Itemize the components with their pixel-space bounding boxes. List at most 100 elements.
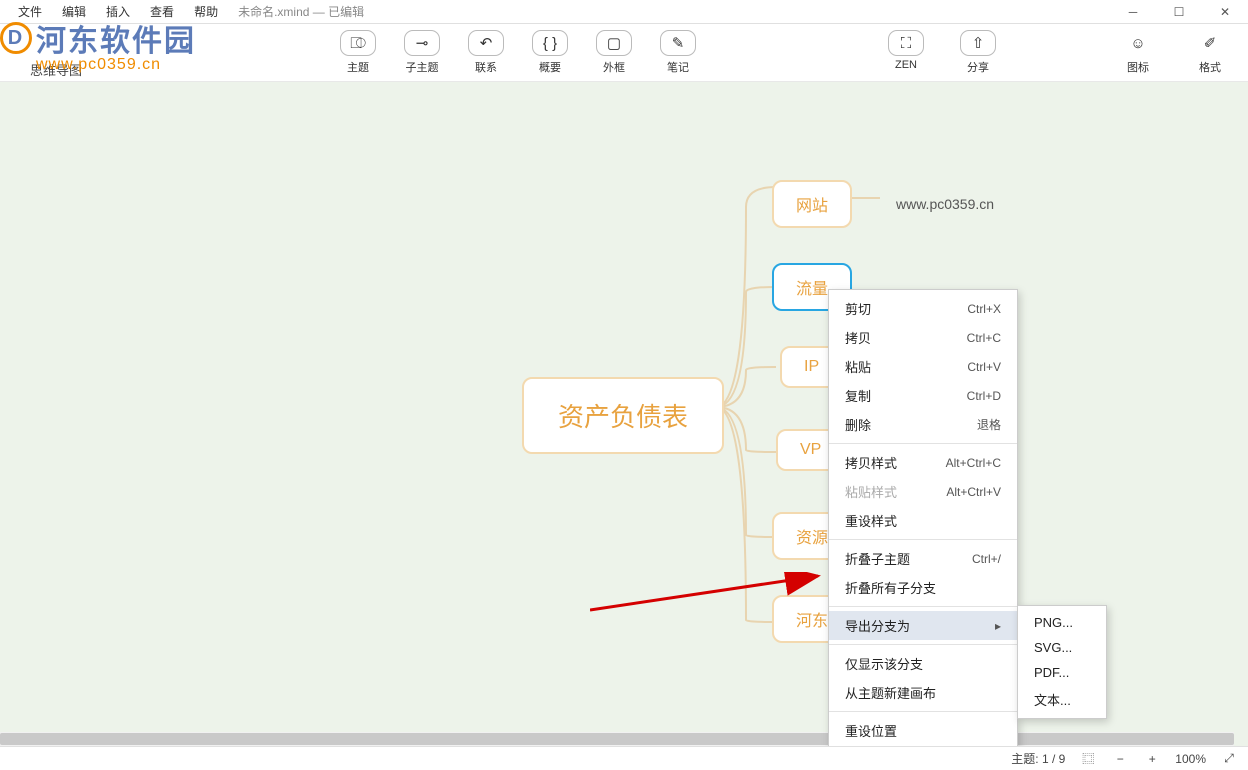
- ctx-reset-style-label: 重设样式: [845, 511, 897, 530]
- statusbar: 主题: 1 / 9 ⿴ − + 100% ⤢: [0, 746, 1248, 770]
- subtopic-icon: ⊸: [404, 30, 440, 56]
- ctx-copy-style-label: 拷贝样式: [845, 453, 897, 472]
- ctx-reset-pos-label: 重设位置: [845, 721, 897, 740]
- menu-insert[interactable]: 插入: [96, 3, 140, 20]
- mindmap-canvas[interactable]: 资产负债表 网站 www.pc0359.cn 流量 IP VP 资源 河东 剪切…: [0, 82, 1248, 746]
- zen-icon: ⛶: [888, 30, 924, 56]
- scroll-thumb[interactable]: [0, 733, 1234, 745]
- tab-label: 思维导图: [30, 60, 82, 79]
- summary-label: 概要: [539, 59, 561, 75]
- file-name: 未命名.xmind: [238, 5, 309, 19]
- smiley-icon: ☺: [1120, 30, 1156, 56]
- ctx-new-canvas-label: 从主题新建画布: [845, 683, 936, 702]
- ctx-del-label: 删除: [845, 415, 871, 434]
- note-icon: ✎: [660, 30, 696, 56]
- ctx-delete[interactable]: 删除 退格: [829, 410, 1017, 439]
- zoom-out-button[interactable]: −: [1111, 750, 1129, 768]
- ctx-fold-sub-shortcut: Ctrl+/: [972, 552, 1001, 566]
- export-svg[interactable]: SVG...: [1018, 635, 1106, 660]
- ctx-copy-shortcut: Ctrl+C: [967, 331, 1001, 345]
- ctx-copy[interactable]: 拷贝 Ctrl+C: [829, 323, 1017, 352]
- ctx-export-branch[interactable]: 导出分支为 ▸ PNG... SVG... PDF... 文本...: [829, 611, 1017, 640]
- ctx-cut-label: 剪切: [845, 299, 871, 318]
- topic-icon: ⎄: [340, 30, 376, 56]
- window-controls: ─ ☐ ✕: [1110, 0, 1248, 24]
- node-website[interactable]: 网站: [772, 180, 852, 228]
- ctx-sep: [829, 711, 1017, 712]
- ctx-copy-label: 拷贝: [845, 328, 871, 347]
- node-website-value[interactable]: www.pc0359.cn: [874, 186, 1016, 222]
- topic-button[interactable]: ⎄ 主题: [336, 30, 380, 75]
- file-info: 未命名.xmind — 已编辑: [228, 3, 364, 20]
- node-center[interactable]: 资产负债表: [522, 377, 724, 454]
- menu-view[interactable]: 查看: [140, 3, 184, 20]
- zoom-in-button[interactable]: +: [1143, 750, 1161, 768]
- export-text-label: 文本...: [1034, 690, 1071, 709]
- subtopic-button[interactable]: ⊸ 子主题: [400, 30, 444, 75]
- boundary-button[interactable]: ▢ 外框: [592, 30, 636, 75]
- export-pdf[interactable]: PDF...: [1018, 660, 1106, 685]
- iconset-label: 图标: [1127, 59, 1149, 75]
- topic-label: 主题: [347, 59, 369, 75]
- ctx-paste-style: 粘贴样式Alt+Ctrl+V: [829, 477, 1017, 506]
- ctx-copy-style-shortcut: Alt+Ctrl+C: [946, 456, 1001, 470]
- chevron-right-icon: ▸: [995, 619, 1001, 633]
- minimize-button[interactable]: ─: [1110, 0, 1156, 24]
- ctx-del-shortcut: 退格: [977, 416, 1001, 433]
- ctx-show-only-label: 仅显示该分支: [845, 654, 923, 673]
- ctx-reset-pos[interactable]: 重设位置: [829, 716, 1017, 745]
- ctx-fold-all[interactable]: 折叠所有子分支: [829, 573, 1017, 602]
- export-text[interactable]: 文本...: [1018, 685, 1106, 714]
- note-button[interactable]: ✎ 笔记: [656, 30, 700, 75]
- summary-button[interactable]: { } 概要: [528, 30, 572, 75]
- share-label: 分享: [967, 59, 989, 75]
- relation-button[interactable]: ↶ 联系: [464, 30, 508, 75]
- ctx-reset-style[interactable]: 重设样式: [829, 506, 1017, 535]
- export-png[interactable]: PNG...: [1018, 610, 1106, 635]
- boundary-icon: ▢: [596, 30, 632, 56]
- ctx-dup-shortcut: Ctrl+D: [967, 389, 1001, 403]
- boundary-label: 外框: [603, 59, 625, 75]
- ctx-show-only[interactable]: 仅显示该分支: [829, 649, 1017, 678]
- subtopic-label: 子主题: [406, 59, 439, 75]
- map-overview-icon[interactable]: ⿴: [1079, 750, 1097, 768]
- export-svg-label: SVG...: [1034, 640, 1072, 655]
- titlebar: 文件 编辑 插入 查看 帮助 未命名.xmind — 已编辑 ─ ☐ ✕: [0, 0, 1248, 24]
- share-icon: ⇧: [960, 30, 996, 56]
- expand-icon[interactable]: ⤢: [1220, 750, 1238, 768]
- maximize-button[interactable]: ☐: [1156, 0, 1202, 24]
- menu-file[interactable]: 文件: [8, 3, 52, 20]
- tool-group-main: ⎄ 主题 ⊸ 子主题 ↶ 联系 { } 概要 ▢ 外框 ✎ 笔记: [336, 30, 700, 75]
- menu-help[interactable]: 帮助: [184, 3, 228, 20]
- ctx-fold-sub[interactable]: 折叠子主题Ctrl+/: [829, 544, 1017, 573]
- topic-count-label: 主题: 1 / 9: [1011, 750, 1065, 767]
- format-label: 格式: [1199, 59, 1221, 75]
- ctx-sep: [829, 539, 1017, 540]
- ctx-paste-style-shortcut: Alt+Ctrl+V: [946, 485, 1001, 499]
- context-menu: 剪切Ctrl+X 拷贝 Ctrl+C 粘贴 Ctrl+V 复制 Ctrl+D 删除 退格…: [828, 289, 1018, 746]
- zoom-level[interactable]: 100%: [1175, 752, 1206, 766]
- export-png-label: PNG...: [1034, 615, 1073, 630]
- ctx-new-canvas[interactable]: 从主题新建画布: [829, 678, 1017, 707]
- tool-group-right: ⛶ ZEN ⇧ 分享 ☺ 图标 ✐ 格式: [884, 30, 1232, 75]
- tab-mindmap[interactable]: 思维导图: [20, 54, 92, 85]
- export-submenu: PNG... SVG... PDF... 文本...: [1017, 605, 1107, 719]
- ctx-fold-all-label: 折叠所有子分支: [845, 578, 936, 597]
- menu-edit[interactable]: 编辑: [52, 3, 96, 20]
- ctx-export-label: 导出分支为: [845, 616, 910, 635]
- iconset-button[interactable]: ☺ 图标: [1116, 30, 1160, 75]
- ctx-copy-style[interactable]: 拷贝样式 Alt+Ctrl+C: [829, 448, 1017, 477]
- ctx-duplicate[interactable]: 复制 Ctrl+D: [829, 381, 1017, 410]
- ctx-paste[interactable]: 粘贴 Ctrl+V: [829, 352, 1017, 381]
- ctx-paste-label: 粘贴: [845, 357, 871, 376]
- ctx-cut[interactable]: 剪切Ctrl+X: [829, 294, 1017, 323]
- horizontal-scrollbar[interactable]: [0, 732, 1234, 746]
- zen-label: ZEN: [895, 59, 917, 71]
- zen-button[interactable]: ⛶ ZEN: [884, 30, 928, 75]
- format-button[interactable]: ✐ 格式: [1188, 30, 1232, 75]
- ctx-paste-shortcut: Ctrl+V: [967, 360, 1001, 374]
- ctx-dup-label: 复制: [845, 386, 871, 405]
- share-button[interactable]: ⇧ 分享: [956, 30, 1000, 75]
- file-status: 已编辑: [328, 5, 364, 19]
- close-button[interactable]: ✕: [1202, 0, 1248, 24]
